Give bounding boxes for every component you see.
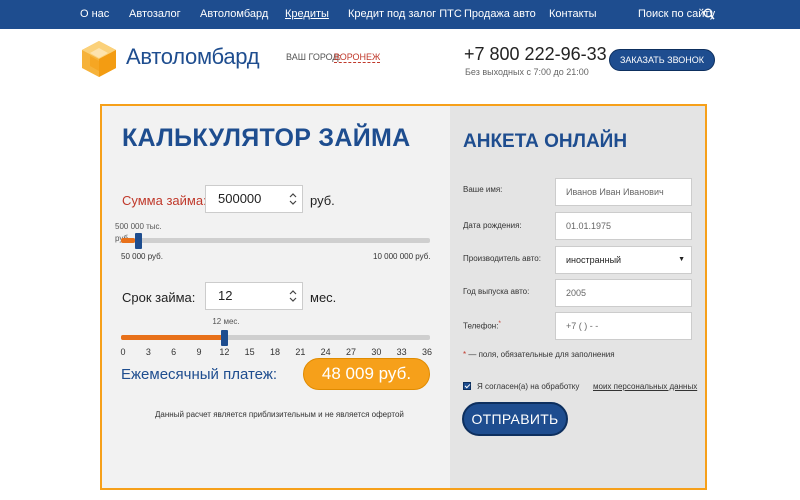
nav-item-contacts[interactable]: Контакты [549, 8, 597, 20]
consent-label: Я согласен(а) на обработку [477, 382, 580, 391]
car-maker-selected-value: иностранный [566, 255, 622, 265]
nav-item-credits[interactable]: Кредиты [285, 8, 329, 20]
amount-slider-fill [121, 238, 135, 243]
nav-item-about[interactable]: О нас [80, 8, 109, 20]
logo-text[interactable]: Автоломбард [126, 44, 260, 70]
required-fields-note: * — поля, обязательные для заполнения [463, 350, 615, 359]
search-icon[interactable] [703, 8, 715, 20]
phone-field-label: Телефон:* [463, 320, 502, 331]
nav-item-autozalog[interactable]: Автозалог [129, 8, 181, 20]
nav-item-pts-credit[interactable]: Кредит под залог ПТС [348, 8, 462, 20]
term-tick-label: 36 [422, 347, 433, 357]
submit-button[interactable]: ОТПРАВИТЬ [462, 402, 568, 436]
loan-term-unit: мес. [310, 290, 337, 305]
city-selector[interactable]: ВОРОНЕЖ [334, 52, 381, 63]
loan-amount-value: 500000 [218, 191, 262, 206]
term-tick-label: 33 [396, 347, 407, 357]
amount-slider-tooltip-line1: 500 000 тыс. [115, 222, 162, 231]
loan-amount-unit: руб. [310, 193, 335, 208]
car-maker-field-label: Производитель авто: [463, 254, 541, 263]
amount-min-label: 50 000 руб. [121, 252, 163, 261]
nav-item-autolombard[interactable]: Автоломбард [200, 8, 268, 20]
city-label: ВАШ ГОРОД: [286, 52, 342, 62]
term-tick-label: 27 [346, 347, 357, 357]
car-year-input[interactable]: 2005 [555, 279, 692, 307]
calculator-title: КАЛЬКУЛЯТОР ЗАЙМА [122, 124, 411, 152]
term-tick-label: 21 [295, 347, 306, 357]
car-year-field-label: Год выпуска авто: [463, 287, 530, 296]
birth-date-field-label: Дата рождения: [463, 221, 522, 230]
term-tick-label: 24 [320, 347, 331, 357]
working-hours: Без выходных с 7:00 до 21:00 [465, 67, 589, 77]
term-tick-label: 0 [120, 347, 126, 357]
personal-data-link[interactable]: моих персональных данных [593, 382, 697, 391]
name-field-label: Ваше имя: [463, 185, 503, 194]
monthly-payment-value: 48 009 руб. [303, 358, 430, 390]
term-tick-label: 9 [196, 347, 202, 357]
term-slider-fill [121, 335, 225, 340]
term-slider-tooltip: 12 мес. [212, 317, 240, 326]
phone-number[interactable]: +7 800 222-96-33 [464, 44, 607, 65]
dropdown-caret-icon: ▼ [678, 256, 685, 263]
logo-cube-icon[interactable] [80, 40, 118, 78]
loan-amount-label: Сумма займа: [122, 193, 207, 208]
nav-item-car-sale[interactable]: Продажа авто [464, 8, 536, 20]
top-nav: О нас Автозалог Автоломбард Кредиты Кред… [0, 0, 800, 29]
online-form-title: АНКЕТА ОНЛАЙН [463, 131, 628, 152]
term-tick-label: 18 [270, 347, 281, 357]
calculation-disclaimer: Данный расчет является приблизительным и… [155, 410, 404, 419]
consent-checkbox[interactable] [463, 382, 471, 390]
callback-button[interactable]: ЗАКАЗАТЬ ЗВОНОК [609, 49, 715, 71]
name-input[interactable]: Иванов Иван Иванович [555, 178, 692, 206]
term-tick-label: 15 [244, 347, 255, 357]
amount-slider-track[interactable] [121, 238, 430, 243]
birth-date-input[interactable]: 01.01.1975 [555, 212, 692, 240]
loan-term-value: 12 [218, 288, 233, 303]
term-tick-label: 12 [219, 347, 230, 357]
car-maker-select[interactable]: иностранный ▼ [555, 246, 692, 274]
loan-amount-input[interactable]: 500000 [205, 185, 303, 213]
phone-input[interactable]: +7 ( ) - - [555, 312, 692, 340]
loan-term-label: Срок займа: [122, 290, 196, 305]
term-slider-handle[interactable] [221, 330, 229, 346]
term-tick-label: 30 [371, 347, 382, 357]
monthly-payment-label: Ежемесячный платеж: [121, 366, 278, 383]
stepper-arrows-icon[interactable] [288, 287, 298, 305]
loan-term-input[interactable]: 12 [205, 282, 303, 310]
amount-max-label: 10 000 000 руб. [373, 252, 431, 261]
stepper-arrows-icon[interactable] [288, 190, 298, 208]
term-tick-label: 3 [145, 347, 151, 357]
amount-slider-handle[interactable] [134, 233, 142, 249]
term-tick-label: 6 [171, 347, 177, 357]
